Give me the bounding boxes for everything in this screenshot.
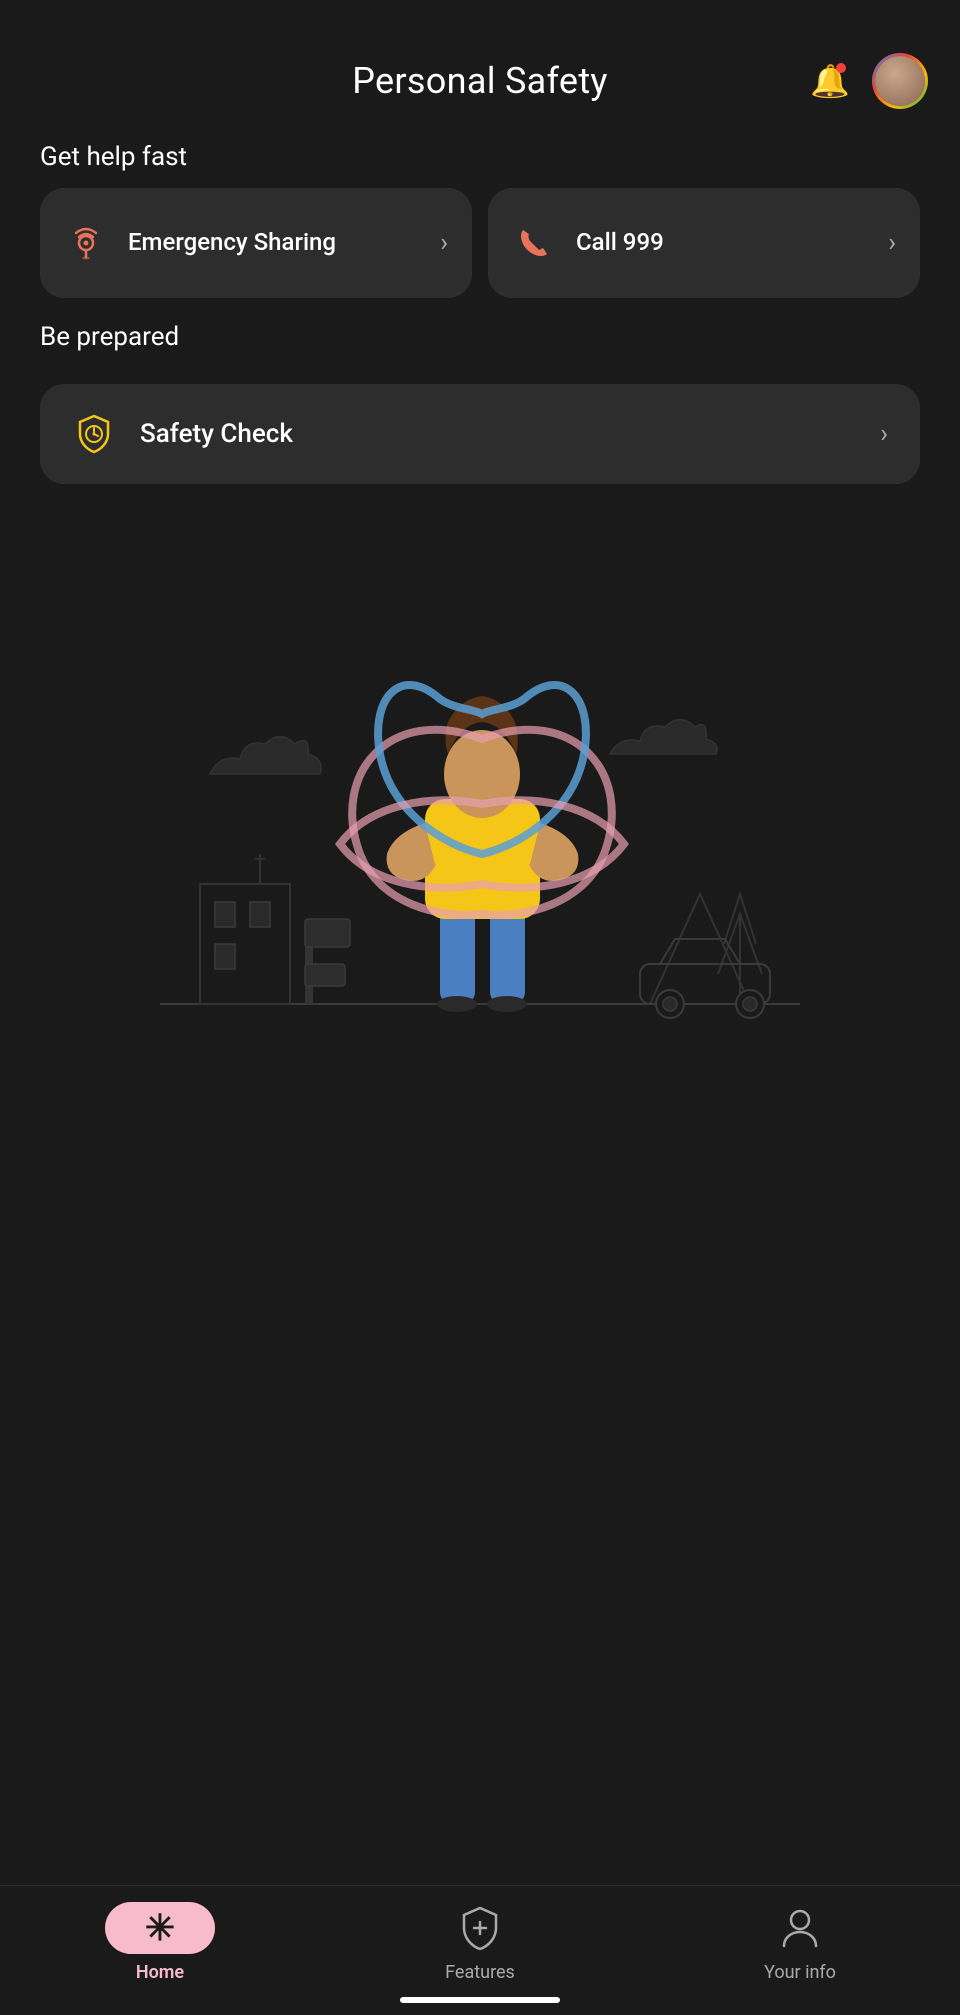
illustration-area [0, 524, 960, 1124]
app-header: Personal Safety 🔔 [0, 44, 960, 118]
page-title: Personal Safety [352, 60, 607, 102]
phone-icon [512, 221, 556, 265]
status-bar [0, 0, 960, 44]
hero-illustration [130, 544, 830, 1104]
call-999-chevron: › [888, 228, 896, 258]
call-999-text: Call 999 [576, 227, 664, 258]
shield-plus-icon [454, 1902, 506, 1954]
safety-check-card[interactable]: Safety Check › [40, 384, 920, 484]
nav-item-home[interactable]: ✳ Home [0, 1902, 320, 1983]
person-icon [774, 1902, 826, 1954]
home-indicator [400, 1997, 560, 2003]
nav-item-features[interactable]: Features [320, 1902, 640, 1983]
asterisk-icon: ✳ [145, 1907, 175, 1949]
home-pill: ✳ [105, 1902, 215, 1954]
header-icons: 🔔 [808, 53, 928, 109]
get-help-fast-label: Get help fast [0, 118, 960, 188]
shield-clock-icon [72, 412, 116, 456]
user-avatar[interactable] [872, 53, 928, 109]
home-label: Home [136, 1962, 184, 1983]
location-wifi-icon [64, 221, 108, 265]
call-999-card[interactable]: Call 999 › [488, 188, 920, 298]
your-info-label: Your info [764, 1962, 836, 1983]
emergency-sharing-card[interactable]: Emergency Sharing › [40, 188, 472, 298]
emergency-sharing-text: Emergency Sharing [128, 227, 336, 258]
notifications-button[interactable]: 🔔 [808, 59, 852, 103]
be-prepared-label: Be prepared [0, 298, 960, 368]
nav-item-your-info[interactable]: Your info [640, 1902, 960, 1983]
features-label: Features [445, 1962, 515, 1983]
notification-badge [836, 63, 846, 73]
safety-check-chevron: › [880, 419, 888, 449]
bottom-navigation: ✳ Home Features Your info [0, 1885, 960, 2015]
emergency-sharing-chevron: › [440, 228, 448, 258]
safety-check-text: Safety Check [140, 419, 293, 449]
get-help-cards: Emergency Sharing › Call 999 › [0, 188, 960, 298]
